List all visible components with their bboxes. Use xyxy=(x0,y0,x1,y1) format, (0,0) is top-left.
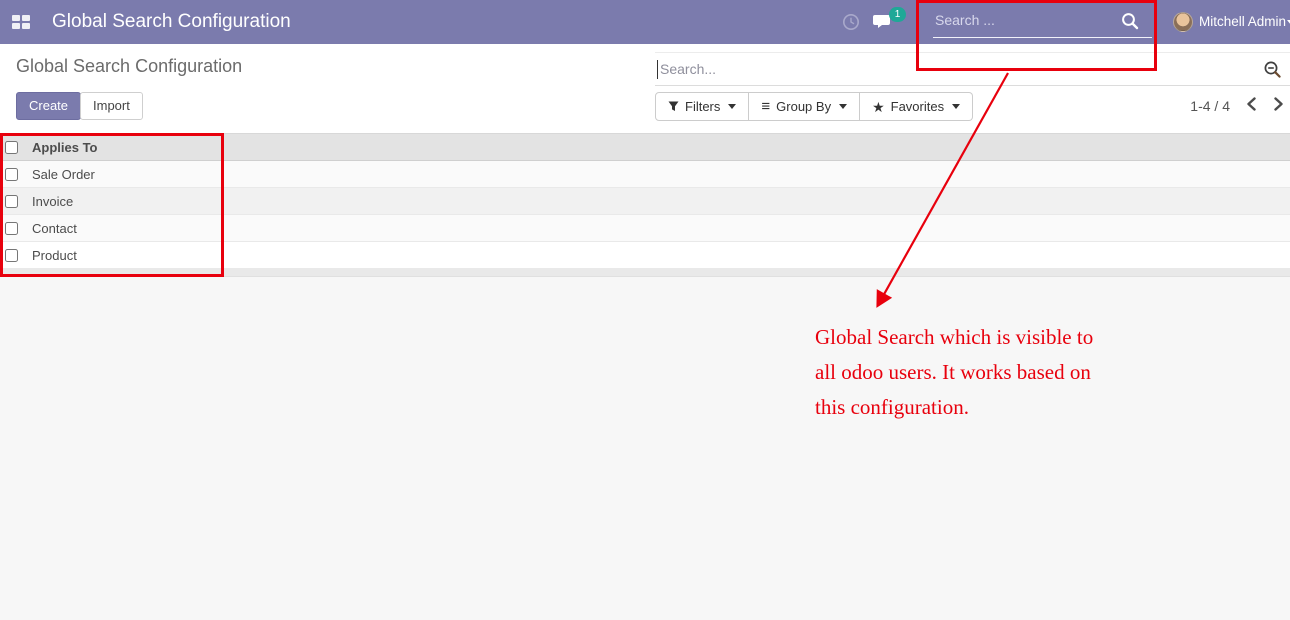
pager-range: 1-4 / 4 xyxy=(1190,98,1230,114)
text-cursor xyxy=(657,60,658,79)
user-avatar[interactable] xyxy=(1173,12,1193,32)
group-by-label: Group By xyxy=(776,93,831,120)
column-header-applies-to: Applies To xyxy=(28,140,97,155)
select-all-checkbox-cell xyxy=(0,141,28,154)
filters-label: Filters xyxy=(685,93,720,120)
import-button[interactable]: Import xyxy=(80,92,143,120)
row-checkbox-cell xyxy=(0,249,28,262)
app-title: Global Search Configuration xyxy=(52,0,291,44)
favorites-star-icon: ★ xyxy=(872,100,885,114)
row-checkbox[interactable] xyxy=(5,222,18,235)
row-checkbox-cell xyxy=(0,222,28,235)
row-label: Invoice xyxy=(28,194,73,209)
global-search-input[interactable]: Search ... xyxy=(933,0,1152,44)
global-search-placeholder: Search ... xyxy=(935,12,995,28)
message-count-badge: 1 xyxy=(889,7,906,22)
favorites-label: Favorites xyxy=(891,93,944,120)
search-icon[interactable] xyxy=(1120,11,1140,36)
filters-button[interactable]: Filters xyxy=(655,92,749,121)
user-name-label: Mitchell Admin xyxy=(1199,14,1286,29)
pager-previous-icon[interactable] xyxy=(1246,97,1257,116)
row-checkbox-cell xyxy=(0,195,28,208)
apps-menu-icon[interactable] xyxy=(12,15,30,29)
pager: 1-4 / 4 xyxy=(1190,92,1284,120)
annotation-line: this configuration. xyxy=(815,390,1155,425)
search-minus-icon[interactable] xyxy=(1263,60,1282,84)
user-menu[interactable]: Mitchell Admin xyxy=(1199,0,1286,44)
select-all-checkbox[interactable] xyxy=(5,141,18,154)
annotation-line: Global Search which is visible to xyxy=(815,320,1155,355)
global-search-underline xyxy=(933,37,1152,38)
table-row[interactable]: Product xyxy=(0,242,1290,269)
row-checkbox-cell xyxy=(0,168,28,181)
table-row[interactable]: Sale Order xyxy=(0,161,1290,188)
annotation-line: all odoo users. It works based on xyxy=(815,355,1155,390)
table-row[interactable]: Invoice xyxy=(0,188,1290,215)
group-by-icon: ≡ xyxy=(761,99,770,114)
filters-caret-icon xyxy=(728,104,736,109)
list-search-input[interactable]: Search... xyxy=(655,52,1290,86)
group-by-caret-icon xyxy=(839,104,847,109)
list-search-placeholder: Search... xyxy=(660,53,716,85)
table-header-row: Applies To xyxy=(0,133,1290,161)
control-panel: Global Search Configuration Search... Cr… xyxy=(0,44,1290,133)
search-filter-buttons: Filters ≡ Group By ★ Favorites xyxy=(655,92,973,121)
activities-clock-icon[interactable] xyxy=(842,13,860,36)
row-label: Contact xyxy=(28,221,77,236)
favorites-button[interactable]: ★ Favorites xyxy=(860,92,973,121)
records-list: Applies To Sale Order Invoice Contact Pr… xyxy=(0,133,1290,277)
top-navbar: Global Search Configuration 1 Search ...… xyxy=(0,0,1290,44)
table-row[interactable]: Contact xyxy=(0,215,1290,242)
pager-next-icon[interactable] xyxy=(1273,97,1284,116)
row-label: Sale Order xyxy=(28,167,95,182)
filter-funnel-icon xyxy=(668,101,679,112)
row-checkbox[interactable] xyxy=(5,249,18,262)
row-checkbox[interactable] xyxy=(5,195,18,208)
row-checkbox[interactable] xyxy=(5,168,18,181)
table-footer-strip xyxy=(0,269,1290,277)
group-by-button[interactable]: ≡ Group By xyxy=(749,92,860,121)
row-label: Product xyxy=(28,248,77,263)
favorites-caret-icon xyxy=(952,104,960,109)
annotation-note: Global Search which is visible to all od… xyxy=(815,320,1155,425)
create-button[interactable]: Create xyxy=(16,92,81,120)
breadcrumb-page-title: Global Search Configuration xyxy=(16,56,242,77)
